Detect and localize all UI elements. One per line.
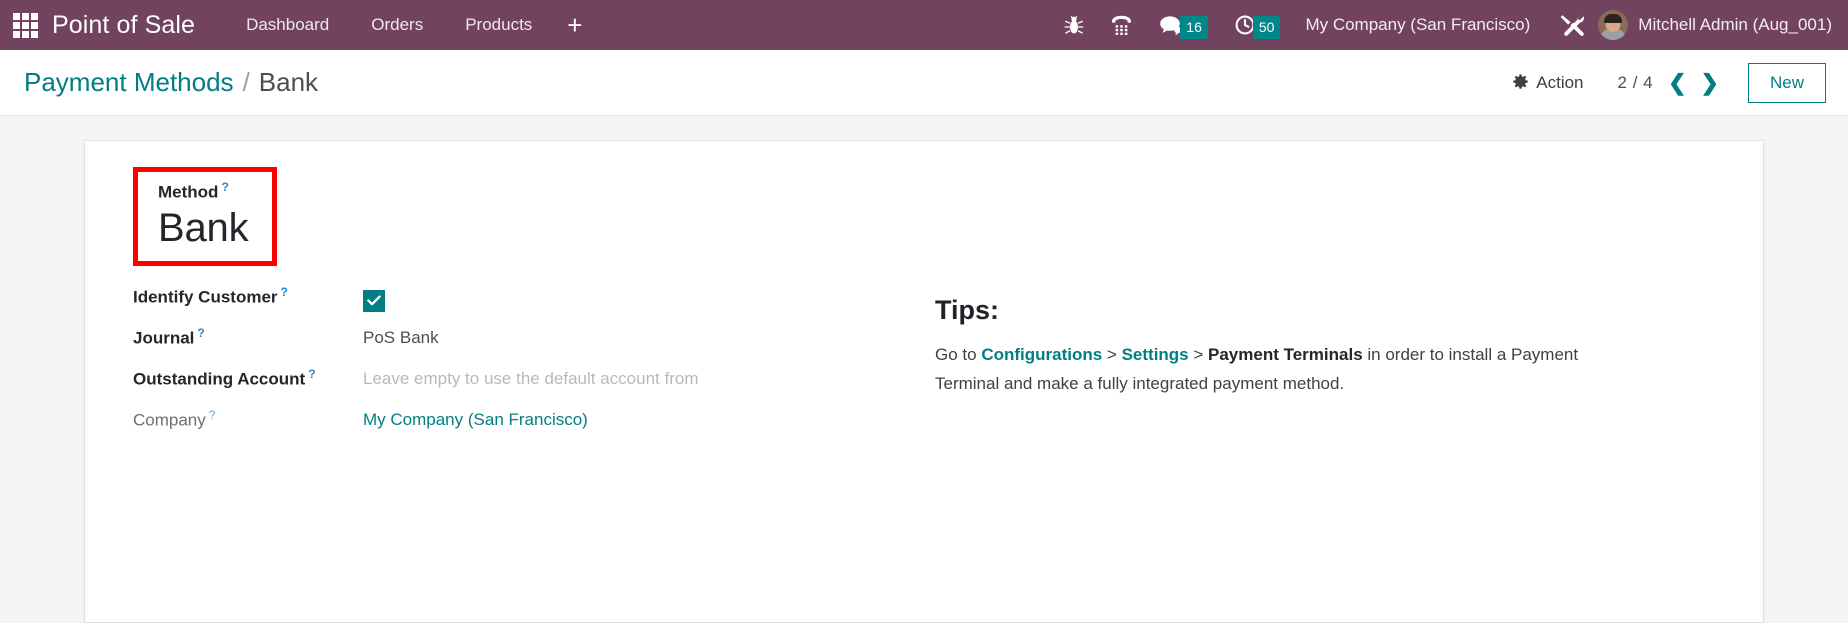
chevron-right-icon[interactable]: ❯	[1694, 71, 1726, 94]
activities-clock-icon[interactable]: 50	[1234, 12, 1281, 39]
nav-item-dashboard[interactable]: Dashboard	[225, 15, 350, 35]
journal-value[interactable]: PoS Bank	[363, 326, 439, 350]
record-pager: 2 / 4 ❮ ❯	[1617, 71, 1726, 94]
breadcrumb-current-bank: Bank	[258, 67, 319, 97]
form-sheet: Method? Bank Identify Customer? Journal?	[84, 140, 1764, 623]
control-panel: Payment Methods / Bank Action 2 / 4 ❮ ❯ …	[0, 50, 1848, 116]
breadcrumb-item-payment-methods[interactable]: Payment Methods	[24, 67, 234, 98]
tips-title: Tips:	[935, 295, 1000, 325]
app-brand-point-of-sale[interactable]: Point of Sale	[52, 11, 195, 40]
field-row-journal: Journal? PoS Bank	[133, 325, 879, 366]
apps-grid-icon[interactable]	[10, 10, 40, 40]
field-row-company: Company? My Company (San Francisco)	[133, 407, 879, 448]
nav-item-products[interactable]: Products	[444, 15, 553, 35]
tips-separator-2: >	[1188, 345, 1209, 364]
form-view-background: Method? Bank Identify Customer? Journal?	[0, 116, 1848, 623]
dialpad-icon[interactable]	[1110, 14, 1133, 36]
tips-body: Go to Configurations > Settings > Paymen…	[935, 340, 1635, 398]
action-menu-button[interactable]: Action	[1512, 72, 1584, 93]
breadcrumb: Payment Methods / Bank	[24, 67, 318, 98]
form-fields-column: Method? Bank Identify Customer? Journal?	[119, 167, 879, 592]
company-help-icon[interactable]: ?	[209, 408, 216, 422]
messages-icon[interactable]: 16	[1159, 12, 1208, 39]
messages-badge: 16	[1180, 15, 1208, 39]
method-field-value[interactable]: Bank	[158, 205, 249, 251]
field-row-outstanding-account: Outstanding Account? Leave empty to use …	[133, 366, 879, 407]
tips-link-configurations[interactable]: Configurations	[981, 345, 1102, 364]
breadcrumb-separator: /	[242, 67, 250, 97]
user-avatar[interactable]	[1598, 10, 1629, 40]
gear-icon	[1512, 74, 1536, 91]
company-label: Company?	[133, 407, 216, 430]
nav-add-button[interactable]: +	[553, 12, 596, 38]
outstanding-account-input[interactable]: Leave empty to use the default account f…	[363, 367, 698, 391]
identify-customer-help-icon[interactable]: ?	[281, 285, 288, 299]
tips-bold-payment-terminals: Payment Terminals	[1208, 345, 1363, 364]
bug-icon[interactable]	[1064, 14, 1084, 36]
pager-count: 2 / 4	[1617, 72, 1654, 92]
tips-lead: Go to	[935, 345, 982, 364]
tips-link-settings[interactable]: Settings	[1122, 345, 1189, 364]
activities-badge: 50	[1252, 15, 1281, 39]
new-record-button[interactable]: New	[1747, 62, 1826, 103]
outstanding-account-label: Outstanding Account?	[133, 366, 316, 389]
field-row-identify-customer: Identify Customer?	[133, 284, 879, 325]
tips-column: Tips: Go to Configurations > Settings > …	[879, 167, 1729, 592]
user-menu-label[interactable]: Mitchell Admin (Aug_001)	[1638, 15, 1832, 35]
journal-label: Journal?	[133, 325, 205, 348]
method-field-label: Method?	[158, 180, 229, 202]
identify-customer-checkbox[interactable]	[363, 289, 385, 312]
method-field-highlight: Method? Bank	[133, 167, 278, 266]
identify-customer-label: Identify Customer?	[133, 284, 288, 307]
top-navbar: Point of Sale Dashboard Orders Products …	[0, 0, 1848, 50]
method-help-icon[interactable]: ?	[221, 180, 228, 194]
tools-wrench-icon[interactable]	[1559, 13, 1585, 37]
outstanding-account-help-icon[interactable]: ?	[308, 367, 315, 381]
chevron-left-icon[interactable]: ❮	[1661, 71, 1693, 94]
tips-separator-1: >	[1102, 345, 1122, 364]
journal-help-icon[interactable]: ?	[197, 326, 204, 340]
company-value[interactable]: My Company (San Francisco)	[363, 408, 588, 432]
navbar-company-switcher[interactable]: My Company (San Francisco)	[1305, 15, 1530, 35]
nav-item-orders[interactable]: Orders	[350, 15, 444, 35]
action-label: Action	[1536, 72, 1584, 92]
